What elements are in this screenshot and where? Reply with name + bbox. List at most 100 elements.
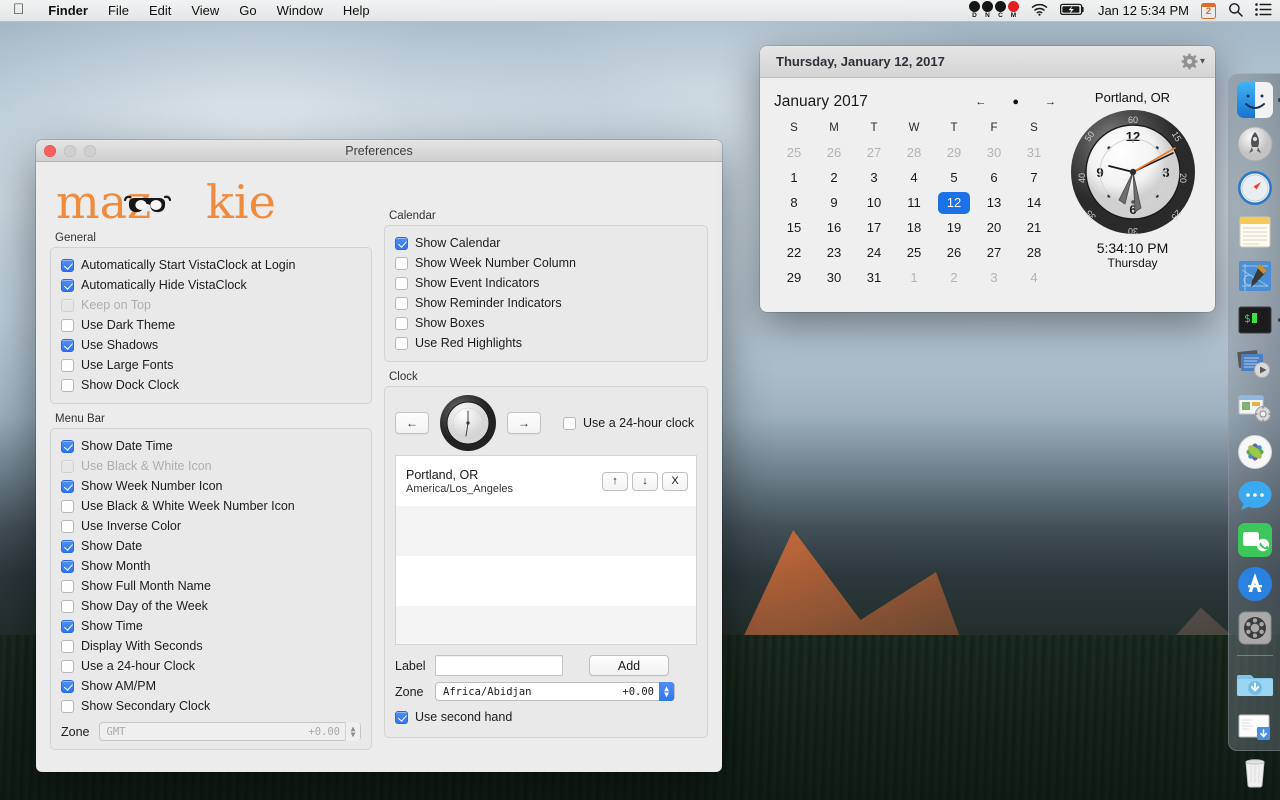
calendar-next-month-button[interactable]: → xyxy=(1045,96,1056,108)
battery-charging-icon[interactable] xyxy=(1059,3,1086,19)
checkbox-red-highlights[interactable] xyxy=(395,336,408,350)
checkbox-clock-24h[interactable] xyxy=(563,416,576,430)
status-dots-icon[interactable]: D N C M xyxy=(968,1,1019,20)
widget-titlebar[interactable]: Thursday, January 12, 2017 ▾ xyxy=(760,46,1215,78)
timezone-list-row-empty[interactable] xyxy=(396,606,696,644)
timezone-list-row[interactable]: Portland, OR America/Los_Angeles ↑ ↓ X xyxy=(396,456,696,506)
checkbox-auto-hide[interactable] xyxy=(61,278,74,292)
checkbox-24h-clock-menubar[interactable] xyxy=(61,659,74,673)
checkbox-row-auto-hide[interactable]: Automatically Hide VistaClock xyxy=(61,275,361,295)
checkbox-row-show-boxes[interactable]: Show Boxes xyxy=(395,313,697,333)
calendar-day[interactable]: 28 xyxy=(894,140,934,165)
checkbox-day-of-week[interactable] xyxy=(61,599,74,613)
checkbox-use-shadows[interactable] xyxy=(61,338,74,352)
menu-item-window[interactable]: Window xyxy=(267,0,333,22)
calendar-day[interactable]: 19 xyxy=(934,215,974,240)
dock-icon-downloads-folder[interactable] xyxy=(1235,663,1275,703)
checkbox-row-week-number-column[interactable]: Show Week Number Column xyxy=(395,253,697,273)
calendar-day[interactable]: 9 xyxy=(814,190,854,215)
calendar-day[interactable]: 8 xyxy=(774,190,814,215)
calendar-day[interactable]: 21 xyxy=(1014,215,1054,240)
calendar-day[interactable]: 30 xyxy=(814,265,854,290)
checkbox-row-show-date-time[interactable]: Show Date Time xyxy=(61,436,361,456)
calendar-day[interactable]: 10 xyxy=(854,190,894,215)
add-button[interactable]: Add xyxy=(589,655,669,676)
calendar-day[interactable]: 13 xyxy=(974,190,1014,215)
checkbox-dock-clock[interactable] xyxy=(61,378,74,392)
checkbox-large-fonts[interactable] xyxy=(61,358,74,372)
checkbox-row-week-number-icon[interactable]: Show Week Number Icon xyxy=(61,476,361,496)
checkbox-show-month[interactable] xyxy=(61,559,74,573)
calendar-day[interactable]: 22 xyxy=(774,240,814,265)
checkbox-row-display-seconds[interactable]: Display With Seconds xyxy=(61,636,361,656)
calendar-day[interactable]: 4 xyxy=(894,165,934,190)
calendar-day[interactable]: 28 xyxy=(1014,240,1054,265)
status-dot-c[interactable]: C xyxy=(994,1,1006,20)
calendar-day[interactable]: 4 xyxy=(1014,265,1054,290)
status-dot-d[interactable]: D xyxy=(968,1,980,20)
week-number-badge[interactable]: 2 xyxy=(1201,2,1216,19)
calendar-day[interactable]: 24 xyxy=(854,240,894,265)
dock-icon-automator[interactable] xyxy=(1235,388,1275,428)
move-down-button[interactable]: ↓ xyxy=(632,471,658,491)
calendar-day[interactable]: 26 xyxy=(814,140,854,165)
calendar-day[interactable]: 6 xyxy=(974,165,1014,190)
calendar-day[interactable]: 30 xyxy=(974,140,1014,165)
checkbox-row-show-time[interactable]: Show Time xyxy=(61,616,361,636)
checkbox-row-show-ampm[interactable]: Show AM/PM xyxy=(61,676,361,696)
checkbox-row-day-of-week[interactable]: Show Day of the Week xyxy=(61,596,361,616)
menu-bar-clock[interactable]: Jan 12 5:34 PM xyxy=(1098,3,1189,18)
calendar-day[interactable]: 27 xyxy=(974,240,1014,265)
checkbox-row-secondary-clock[interactable]: Show Secondary Clock xyxy=(61,696,361,716)
dock-icon-trash[interactable] xyxy=(1235,751,1275,791)
checkbox-row-bw-week-number-icon[interactable]: Use Black & White Week Number Icon xyxy=(61,496,361,516)
checkbox-event-indicators[interactable] xyxy=(395,276,408,290)
calendar-day[interactable]: 17 xyxy=(854,215,894,240)
search-icon[interactable] xyxy=(1228,2,1243,20)
checkbox-dark-theme[interactable] xyxy=(61,318,74,332)
wifi-icon[interactable] xyxy=(1031,3,1048,19)
calendar-day[interactable]: 3 xyxy=(974,265,1014,290)
timezone-list[interactable]: Portland, OR America/Los_Angeles ↑ ↓ X xyxy=(395,455,697,645)
calendar-day[interactable]: 31 xyxy=(854,265,894,290)
menu-item-help[interactable]: Help xyxy=(333,0,380,22)
label-input[interactable] xyxy=(435,655,563,676)
status-dot-n[interactable]: N xyxy=(981,1,993,20)
calendar-day[interactable]: 11 xyxy=(894,190,934,215)
checkbox-row-event-indicators[interactable]: Show Event Indicators xyxy=(395,273,697,293)
calendar-day[interactable]: 29 xyxy=(934,140,974,165)
calendar-day[interactable]: 18 xyxy=(894,215,934,240)
timezone-list-row-empty[interactable] xyxy=(396,556,696,606)
checkbox-auto-start[interactable] xyxy=(61,258,74,272)
checkbox-row-reminder-indicators[interactable]: Show Reminder Indicators xyxy=(395,293,697,313)
clock-style-next-button[interactable]: → xyxy=(507,412,541,434)
calendar-day[interactable]: 31 xyxy=(1014,140,1054,165)
checkbox-row-large-fonts[interactable]: Use Large Fonts xyxy=(61,355,361,375)
checkbox-row-show-calendar[interactable]: Show Calendar xyxy=(395,233,697,253)
calendar-day[interactable]: 29 xyxy=(774,265,814,290)
checkbox-row-clock-24h[interactable]: Use a 24-hour clock xyxy=(563,416,694,430)
checkbox-row-second-hand[interactable]: Use second hand xyxy=(395,707,697,727)
timezone-list-row-empty[interactable] xyxy=(396,506,696,556)
checkbox-show-date[interactable] xyxy=(61,539,74,553)
dock-icon-quicktime[interactable] xyxy=(1235,344,1275,384)
chevron-down-icon[interactable]: ▾ xyxy=(1200,56,1205,67)
dock-icon-photos[interactable] xyxy=(1235,432,1275,472)
checkbox-show-ampm[interactable] xyxy=(61,679,74,693)
checkbox-row-auto-start[interactable]: Automatically Start VistaClock at Login xyxy=(61,255,361,275)
preferences-titlebar[interactable]: Preferences xyxy=(36,140,722,162)
dock-icon-launchpad[interactable] xyxy=(1235,124,1275,164)
calendar-day[interactable]: 7 xyxy=(1014,165,1054,190)
clock-style-prev-button[interactable]: ← xyxy=(395,412,429,434)
dock-icon-xcode[interactable] xyxy=(1235,256,1275,296)
calendar-day[interactable]: 5 xyxy=(934,165,974,190)
checkbox-second-hand[interactable] xyxy=(395,710,408,724)
calendar-day[interactable]: 20 xyxy=(974,215,1014,240)
menu-item-edit[interactable]: Edit xyxy=(139,0,181,22)
dock-icon-notes[interactable] xyxy=(1235,212,1275,252)
calendar-day[interactable]: 3 xyxy=(854,165,894,190)
checkbox-secondary-clock[interactable] xyxy=(61,699,74,713)
clock-zone-field[interactable]: Africa/Abidjan +0.00 ▲ ▼ xyxy=(435,682,675,701)
calendar-day[interactable]: 2 xyxy=(934,265,974,290)
dock-icon-safari[interactable] xyxy=(1235,168,1275,208)
